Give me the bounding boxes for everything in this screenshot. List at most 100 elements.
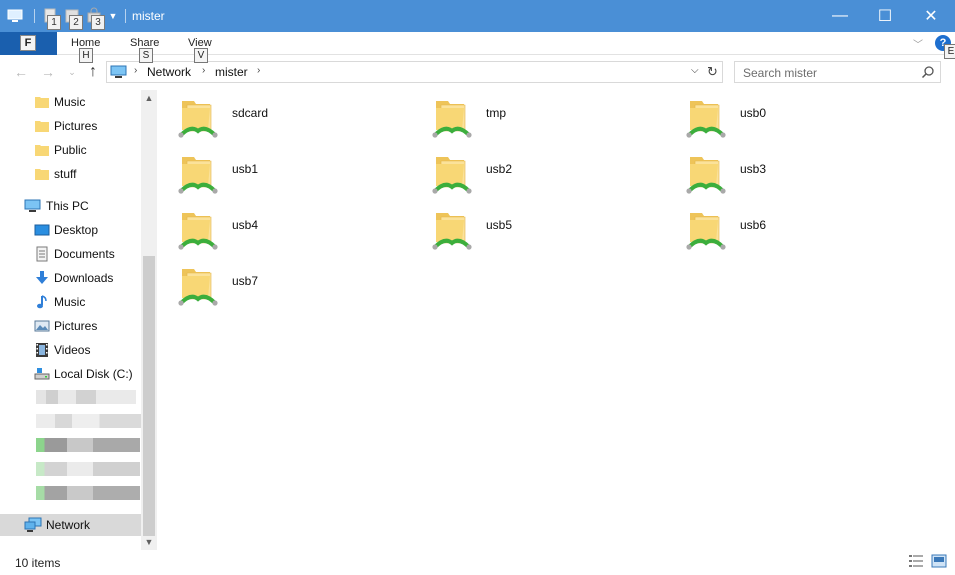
nav-item-label: Music <box>54 295 86 309</box>
obscured-nav-item <box>36 462 140 476</box>
properties-icon[interactable]: 1 <box>41 7 61 30</box>
scroll-up-icon[interactable]: ▲ <box>141 90 157 106</box>
nav-item-videos[interactable]: Videos <box>0 339 142 361</box>
search-box[interactable]: Search mister <box>734 61 941 83</box>
obscured-nav-item <box>36 414 142 428</box>
qat-key-1: 1 <box>47 15 61 30</box>
item-count: 10 items <box>15 556 61 570</box>
folder-name: tmp <box>486 106 507 120</box>
folder-tile-usb7[interactable]: usb7 <box>160 258 410 310</box>
obscured-nav-item <box>36 486 140 500</box>
recent-locations-chevron-icon[interactable]: ⌄ <box>63 62 81 82</box>
folder-name: usb3 <box>740 162 767 176</box>
quick-access-toolbar: 1 2 3 ▼ <box>6 5 132 30</box>
nav-item-stuff-folder[interactable]: stuff <box>0 163 142 185</box>
obscured-nav-item <box>36 390 136 404</box>
up-arrow-icon[interactable]: ↑ <box>84 62 102 82</box>
tab-home-key: H <box>79 48 93 63</box>
folder-name: usb0 <box>740 106 767 120</box>
refresh-icon[interactable]: ↻ <box>707 64 718 80</box>
folder-tile-usb1[interactable]: usb1 <box>160 146 410 198</box>
folder-tile-usb5[interactable]: usb5 <box>414 202 664 254</box>
folder-name: usb7 <box>232 274 259 288</box>
expand-ribbon-chevron-icon[interactable]: ﹀ <box>913 36 923 51</box>
search-input[interactable]: Search mister <box>743 66 817 80</box>
folder-tile-usb3[interactable]: usb3 <box>668 146 918 198</box>
folder-tile-usb2[interactable]: usb2 <box>414 146 664 198</box>
folder-icon <box>34 142 50 158</box>
nav-item-label: Music <box>54 95 86 109</box>
nav-item-label: Network <box>46 518 91 532</box>
shared-folder-icon <box>178 151 218 197</box>
close-button[interactable]: ✕ <box>908 0 954 32</box>
title-bar: 1 2 3 ▼ mister — ☐ ✕ <box>0 0 955 32</box>
scroll-down-icon[interactable]: ▼ <box>141 534 157 550</box>
maximize-icon: ☐ <box>877 8 893 25</box>
nav-item-pictures-folder[interactable]: Pictures <box>0 115 142 137</box>
address-dropdown-icon[interactable]: ⌵ <box>691 65 699 76</box>
nav-item-label: stuff <box>54 167 77 181</box>
file-tab[interactable]: F <box>0 32 57 55</box>
new-folder-icon[interactable]: 2 <box>63 7 83 30</box>
tab-view-key: V <box>194 48 208 63</box>
folder-name: usb6 <box>740 218 767 232</box>
nav-item-music-folder[interactable]: Music <box>0 91 142 113</box>
status-bar: 10 items <box>0 551 955 575</box>
breadcrumb-mister[interactable]: mister <box>215 65 248 79</box>
nav-item-label: This PC <box>46 199 89 213</box>
details-view-icon[interactable] <box>908 554 924 568</box>
maximize-button[interactable]: ☐ <box>862 0 908 32</box>
qat-key-2: 2 <box>69 15 83 30</box>
shared-folder-icon <box>432 151 472 197</box>
file-tab-key: F <box>20 35 36 51</box>
nav-scrollbar-thumb[interactable] <box>143 256 155 536</box>
desktop-icon <box>34 222 50 238</box>
nav-item-desktop[interactable]: Desktop <box>0 219 142 241</box>
close-icon: ✕ <box>924 8 938 25</box>
qat-key-3: 3 <box>91 15 105 30</box>
breadcrumb-network[interactable]: Network <box>147 65 191 79</box>
minimize-button[interactable]: — <box>817 0 863 32</box>
undo-icon[interactable]: 3 <box>85 7 105 30</box>
address-bar[interactable]: › Network › mister › ⌵ ↻ <box>106 61 723 83</box>
nav-item-this-pc[interactable]: This PC <box>0 195 142 217</box>
search-icon[interactable] <box>921 65 935 79</box>
music-icon <box>34 294 50 310</box>
folder-tile-usb4[interactable]: usb4 <box>160 202 410 254</box>
breadcrumb-separator-icon: › <box>202 65 206 76</box>
nav-item-documents[interactable]: Documents <box>0 243 142 265</box>
folder-tile-usb6[interactable]: usb6 <box>668 202 918 254</box>
minimize-icon: — <box>832 7 848 24</box>
folder-name: sdcard <box>232 106 269 120</box>
back-arrow-icon[interactable]: ← <box>12 62 30 82</box>
nav-item-music[interactable]: Music <box>0 291 142 313</box>
ribbon: F Home H Share S View V ﹀ ? E <box>0 32 955 63</box>
folder-name: usb1 <box>232 162 259 176</box>
nav-item-network[interactable]: Network <box>0 514 142 536</box>
nav-item-label: Pictures <box>54 319 98 333</box>
shared-folder-icon <box>686 207 726 253</box>
folder-tile-sdcard[interactable]: sdcard <box>160 90 410 142</box>
qat-dropdown-icon[interactable]: ▼ <box>107 7 119 25</box>
nav-item-local-disk[interactable]: Local Disk (C:) <box>0 363 142 385</box>
nav-item-label: Local Disk (C:) <box>54 367 133 381</box>
navigation-pane: Music Pictures Public stuff This PC Desk… <box>0 90 157 550</box>
obscured-nav-item <box>36 438 140 452</box>
folder-tile-usb0[interactable]: usb0 <box>668 90 918 142</box>
tab-share-key: S <box>139 48 153 63</box>
qat-separator <box>34 9 35 23</box>
shared-folder-icon <box>178 95 218 141</box>
folder-tile-tmp[interactable]: tmp <box>414 90 664 142</box>
nav-item-downloads[interactable]: Downloads <box>0 267 142 289</box>
shared-folder-icon <box>686 151 726 197</box>
computer-icon[interactable] <box>6 7 24 25</box>
large-icons-view-icon[interactable] <box>931 554 947 568</box>
forward-arrow-icon[interactable]: → <box>39 62 57 82</box>
nav-item-public-folder[interactable]: Public <box>0 139 142 161</box>
nav-item-label: Videos <box>54 343 91 357</box>
shared-folder-icon <box>686 95 726 141</box>
breadcrumb-separator-icon: › <box>257 65 261 76</box>
downloads-icon <box>34 270 50 286</box>
nav-item-pictures[interactable]: Pictures <box>0 315 142 337</box>
breadcrumb-separator-icon: › <box>134 65 138 76</box>
